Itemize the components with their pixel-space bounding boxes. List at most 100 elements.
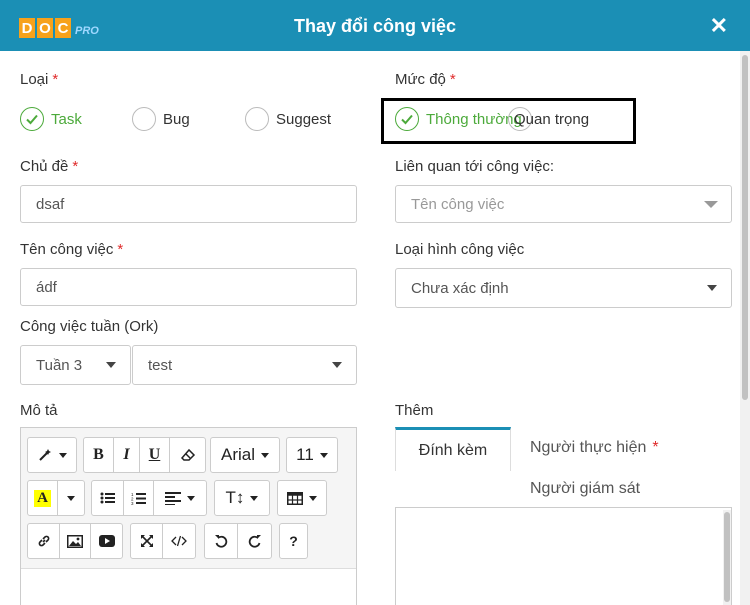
topic-label-text: Chủ đề xyxy=(20,158,69,175)
modal-scrollbar-thumb[interactable] xyxy=(742,55,748,400)
task-kind-value: Chưa xác định xyxy=(411,279,509,297)
chevron-down-icon xyxy=(704,201,718,208)
italic-button[interactable]: I xyxy=(114,438,140,472)
bullet-list-icon xyxy=(100,492,115,504)
task-name-label-text: Tên công việc xyxy=(20,241,114,258)
description-label: Mô tả xyxy=(20,402,58,419)
color-dropdown-button[interactable] xyxy=(58,481,84,515)
font-family-group: Arial xyxy=(210,437,280,473)
priority-label-text: Mức độ xyxy=(395,71,446,88)
close-icon[interactable]: ✕ xyxy=(710,13,728,39)
check-icon xyxy=(395,107,419,131)
table-dropdown[interactable] xyxy=(278,481,326,515)
magic-wand-button[interactable] xyxy=(28,438,76,472)
insert-image-button[interactable] xyxy=(60,524,91,558)
numbered-list-button[interactable]: 123 xyxy=(124,481,154,515)
required-mark: * xyxy=(52,71,59,88)
chevron-down-icon xyxy=(707,285,717,291)
video-icon xyxy=(98,535,115,547)
required-mark: * xyxy=(652,439,659,456)
dropdown-caret-icon xyxy=(67,495,75,501)
task-name-label: Tên công việc * xyxy=(20,241,123,258)
topic-input[interactable]: dsaf xyxy=(20,185,357,223)
priority-label: Mức độ * xyxy=(395,71,456,88)
redo-button[interactable] xyxy=(238,524,271,558)
weekly-item-select[interactable]: test xyxy=(132,345,357,385)
font-size-group: 11 xyxy=(286,437,338,473)
bullet-list-button[interactable] xyxy=(92,481,124,515)
line-height-group: T↕ xyxy=(214,480,270,516)
numbered-list-icon: 123 xyxy=(131,492,146,505)
dropdown-caret-icon xyxy=(187,495,195,501)
panel-scrollbar[interactable] xyxy=(723,510,731,605)
view-group xyxy=(130,523,196,559)
type-radio-suggest[interactable]: Suggest xyxy=(245,107,331,131)
week-select-value: Tuần 3 xyxy=(36,356,83,374)
priority-radio-important-label: Quan trọng xyxy=(514,110,590,128)
priority-radio-important[interactable]: Quan trọng xyxy=(508,107,589,131)
related-task-placeholder: Tên công việc xyxy=(411,195,505,213)
type-radio-task-label: Task xyxy=(51,110,82,128)
tab-attachments[interactable]: Đính kèm xyxy=(395,427,511,471)
task-name-input[interactable]: ádf xyxy=(20,268,357,306)
tab-assignees[interactable]: Người thực hiện * xyxy=(530,439,659,457)
svg-text:3: 3 xyxy=(131,501,134,505)
font-family-dropdown[interactable]: Arial xyxy=(211,438,279,472)
help-button[interactable]: ? xyxy=(280,524,307,558)
tab-supervisors[interactable]: Người giám sát xyxy=(530,480,640,498)
check-icon xyxy=(20,107,44,131)
topic-input-value: dsaf xyxy=(36,195,65,213)
dropdown-caret-icon xyxy=(250,495,259,501)
magic-toolbar-group xyxy=(27,437,77,473)
table-group xyxy=(277,480,327,516)
line-height-dropdown[interactable]: T↕ xyxy=(215,481,269,515)
text-color-button[interactable]: A xyxy=(28,481,58,515)
fullscreen-button[interactable] xyxy=(131,524,163,558)
more-label: Thêm xyxy=(395,402,434,419)
undo-button[interactable] xyxy=(205,524,238,558)
modal-scrollbar[interactable] xyxy=(740,51,750,605)
eraser-button[interactable] xyxy=(170,438,205,472)
paragraph-group: 123 xyxy=(91,480,207,516)
insert-video-button[interactable] xyxy=(91,524,122,558)
font-size-dropdown[interactable]: 11 xyxy=(287,438,337,472)
priority-radio-normal[interactable]: Thông thường xyxy=(395,107,522,131)
related-task-select[interactable]: Tên công việc xyxy=(395,185,732,223)
required-mark: * xyxy=(449,71,456,88)
tab-assignees-label: Người thực hiện xyxy=(530,439,647,456)
insert-link-button[interactable] xyxy=(28,524,60,558)
weekly-label: Công việc tuần (Ork) xyxy=(20,318,159,335)
week-select[interactable]: Tuần 3 xyxy=(20,345,131,385)
table-icon xyxy=(287,491,303,505)
task-kind-select[interactable]: Chưa xác định xyxy=(395,268,732,308)
type-radio-bug[interactable]: Bug xyxy=(132,107,190,131)
required-mark: * xyxy=(117,241,124,258)
help-group: ? xyxy=(279,523,308,559)
dropdown-caret-icon xyxy=(309,495,317,501)
align-dropdown[interactable] xyxy=(154,481,206,515)
history-group xyxy=(204,523,272,559)
font-family-value: Arial xyxy=(220,445,255,464)
radio-empty-icon xyxy=(245,107,269,131)
color-group: A xyxy=(27,480,85,516)
fullscreen-icon xyxy=(140,535,153,547)
code-view-button[interactable] xyxy=(163,524,195,558)
undo-icon xyxy=(215,535,228,548)
dropdown-caret-icon xyxy=(319,452,328,458)
magic-wand-icon xyxy=(39,449,51,461)
panel-scrollbar-thumb[interactable] xyxy=(724,512,730,602)
eraser-icon xyxy=(180,448,195,461)
dropdown-caret-icon xyxy=(59,452,67,458)
underline-button[interactable]: U xyxy=(140,438,170,472)
link-icon xyxy=(38,535,49,547)
line-height-icon: T↕ xyxy=(225,488,245,507)
bold-button[interactable]: B xyxy=(84,438,114,472)
type-radio-task[interactable]: Task xyxy=(20,107,82,131)
type-radio-suggest-label: Suggest xyxy=(276,110,332,128)
task-name-input-value: ádf xyxy=(36,278,57,296)
editor-content-area[interactable] xyxy=(21,568,356,605)
type-label: Loại * xyxy=(20,71,58,88)
required-mark: * xyxy=(72,158,79,175)
radio-empty-icon xyxy=(132,107,156,131)
font-style-group: B I U xyxy=(83,437,206,473)
